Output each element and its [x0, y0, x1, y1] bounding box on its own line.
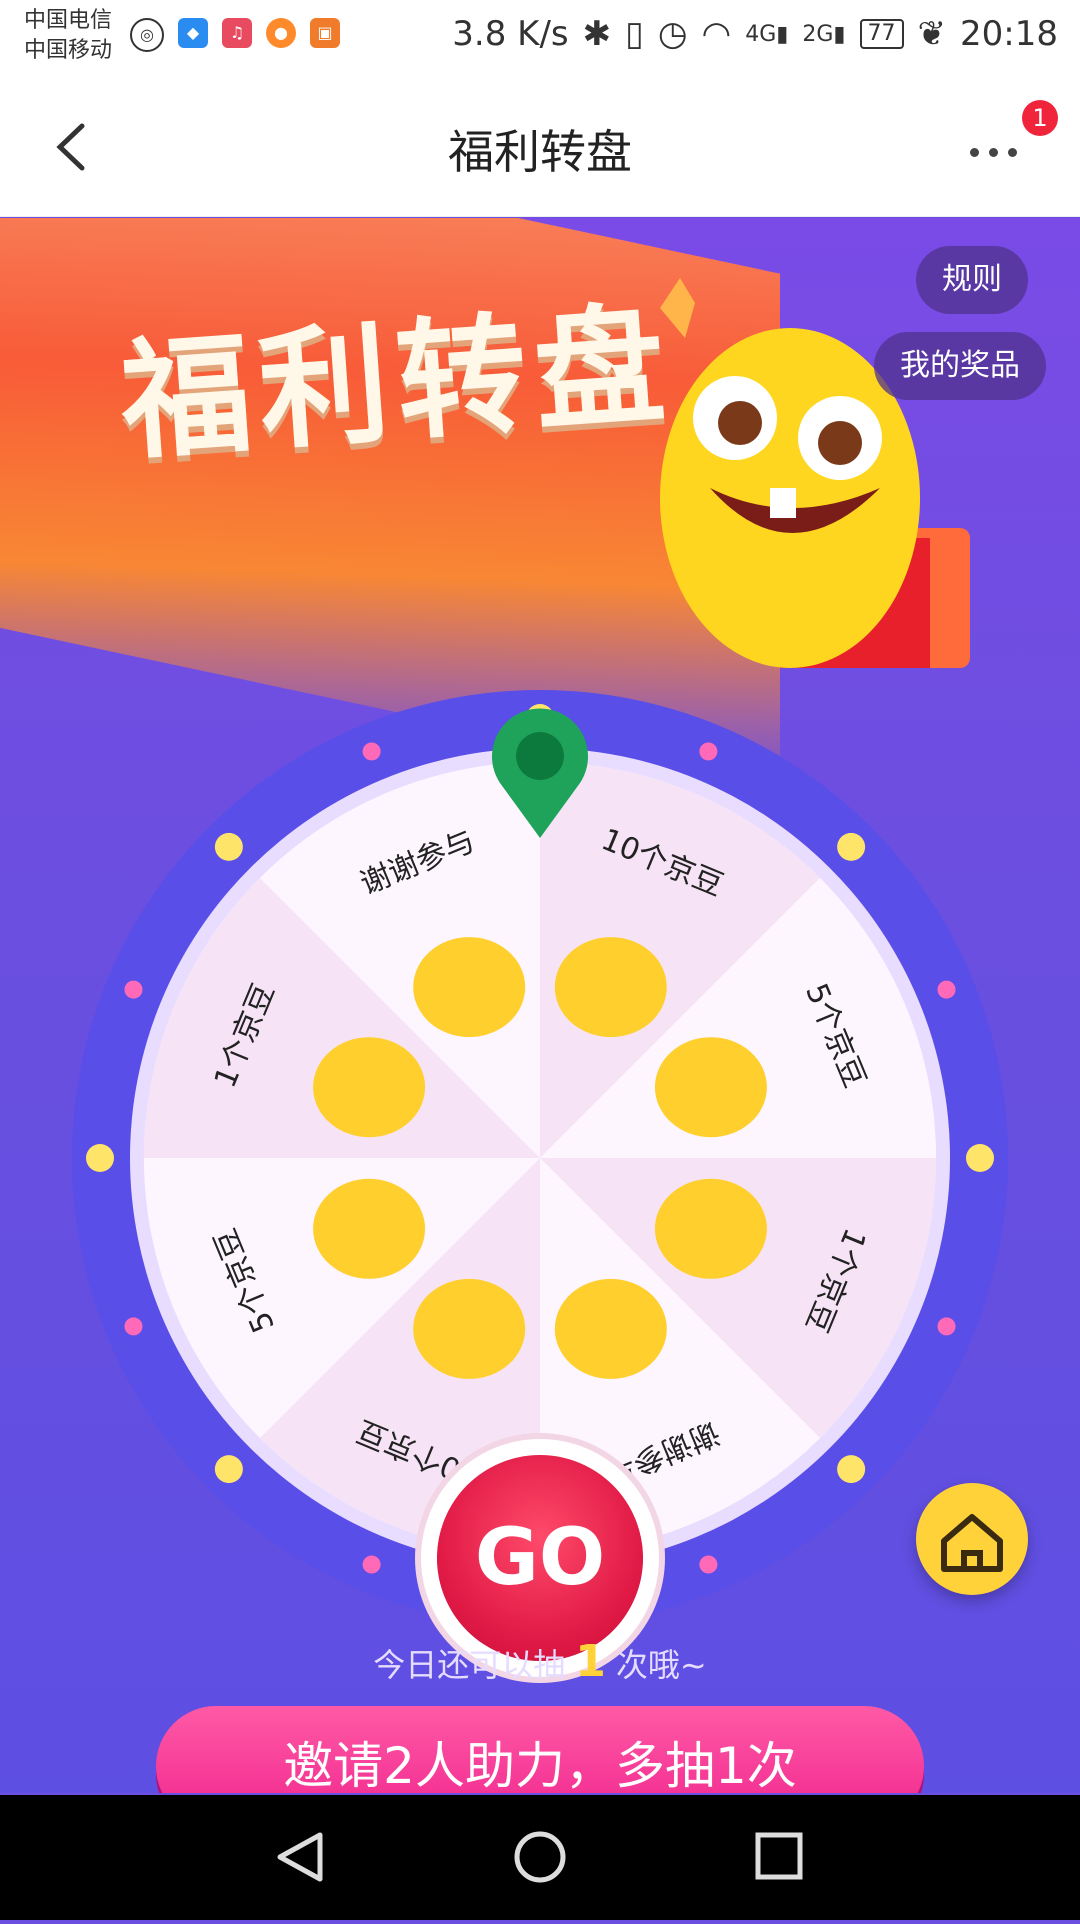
leaf-icon: ❦: [917, 14, 947, 54]
wheel-light: [837, 832, 866, 861]
chances-count: 1: [575, 1636, 606, 1687]
wheel-light: [699, 742, 718, 761]
my-prizes-button[interactable]: 我的奖品: [874, 332, 1046, 400]
system-back-icon[interactable]: [277, 1832, 323, 1882]
wheel-light: [362, 1555, 381, 1574]
emoji-face-icon: [413, 937, 526, 1038]
system-home-icon[interactable]: [514, 1831, 566, 1883]
banner-headline: 福利转盘: [116, 286, 678, 479]
jingdou-bean-icon: [413, 1278, 526, 1379]
alarm-icon: ◷: [657, 14, 688, 54]
wheel-light: [699, 1555, 718, 1574]
wheel-light: [124, 1317, 143, 1336]
system-nav-icons: [277, 1831, 803, 1883]
carrier-2: 中国移动: [24, 38, 113, 63]
wifi-icon: ◠: [701, 14, 732, 54]
vibrate-icon: ▯: [625, 14, 644, 54]
jingdou-bean-icon: [654, 1037, 767, 1138]
signal-4g-icon: 4G▮: [745, 21, 789, 47]
system-navigation-bar: [0, 1795, 1080, 1920]
weibo-icon: ◎: [130, 18, 164, 52]
lottery-stage: 福利转盘 规则 我的奖品 10个京豆 5个京豆 1个京豆 谢谢参与 10个京豆 5个京豆 1…: [0, 218, 1080, 1793]
wheel-light: [837, 1455, 866, 1484]
remaining-chances: 今日还可以抽 1 次哦~: [0, 1636, 1080, 1687]
system-recents-icon[interactable]: [755, 1832, 803, 1880]
app-navbar: 福利转盘 1: [0, 76, 1080, 217]
wheel-light: [937, 1317, 956, 1336]
jingdou-bean-icon: [654, 1178, 767, 1279]
invite-friends-button[interactable]: 邀请2人助力，多抽1次: [156, 1706, 924, 1793]
go-spin-button[interactable]: GO: [437, 1455, 643, 1661]
battery-indicator: 77: [859, 19, 904, 49]
bluetooth-icon: ✱: [582, 14, 612, 54]
prize-wheel: 10个京豆 5个京豆 1个京豆 谢谢参与 10个京豆 5个京豆 1个京豆 谢谢参与 GO: [70, 688, 1010, 1661]
home-icon: [941, 1514, 1003, 1572]
more-menu-button[interactable]: [970, 132, 1040, 172]
jingdou-bean-icon: [313, 1037, 426, 1138]
jingdou-bean-icon: [313, 1178, 426, 1279]
signal-2g-icon: 2G▮: [802, 21, 846, 47]
home-button[interactable]: [916, 1483, 1028, 1595]
wheel-light: [124, 980, 143, 999]
status-bar: 中国电信 中国移动 ◎ ◆ ♫ ● ▣ 3.8 K/s ✱ ▯ ◷ ◠ 4G▮ …: [0, 0, 1080, 76]
signal-4g-label: 4G: [745, 21, 777, 47]
dot: [970, 148, 979, 157]
wheel-light: [362, 742, 381, 761]
page-title: 福利转盘: [448, 125, 632, 179]
wheel-light: [214, 1455, 243, 1484]
carrier-info: 中国电信 中国移动: [24, 6, 112, 66]
carrier-1: 中国电信: [24, 8, 113, 33]
wheel-light: [86, 1144, 114, 1172]
status-right: 3.8 K/s ✱ ▯ ◷ ◠ 4G▮ 2G▮ 77 ❦ 20:18: [452, 14, 1058, 54]
chances-suffix: 次哦~: [615, 1646, 707, 1684]
dot: [989, 148, 998, 157]
music-app-icon: ♫: [222, 18, 252, 48]
jingdou-bean-icon: [554, 937, 667, 1038]
chances-prefix: 今日还可以抽: [373, 1646, 566, 1684]
wheel-light: [214, 832, 243, 861]
notification-icons: ◎ ◆ ♫ ● ▣: [130, 18, 340, 52]
rules-button[interactable]: 规则: [916, 246, 1028, 314]
pig-app-icon: ▣: [310, 18, 340, 48]
emoji-face-icon: [554, 1278, 667, 1379]
orange-app-icon: ●: [266, 18, 296, 48]
clock: 20:18: [960, 14, 1058, 54]
shield-app-icon: ◆: [178, 18, 208, 48]
wheel-light: [937, 980, 956, 999]
dot: [1008, 148, 1017, 157]
wheel-light: [966, 1144, 994, 1172]
network-speed: 3.8 K/s: [452, 14, 569, 54]
notification-badge: 1: [1022, 100, 1058, 136]
signal-2g-label: 2G: [802, 21, 834, 47]
